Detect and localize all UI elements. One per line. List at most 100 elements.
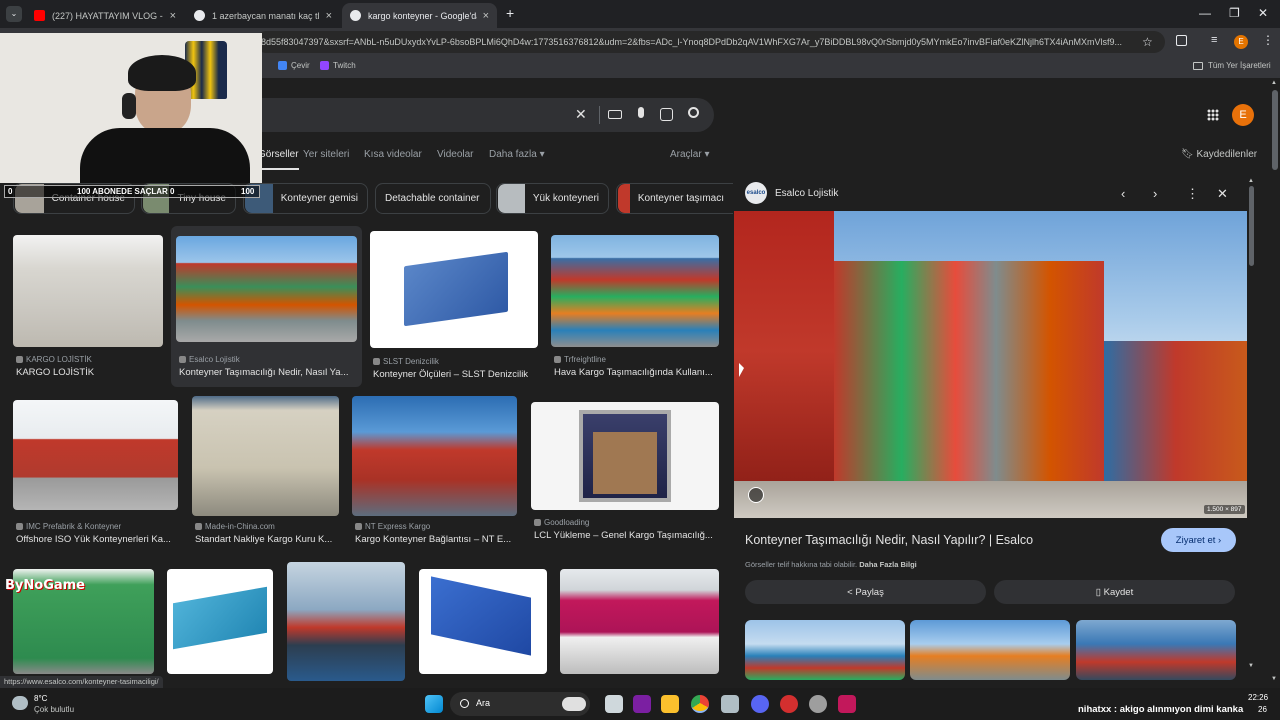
result-caption[interactable]: Kargo Konteyner Bağlantısı – NT E... <box>355 534 515 545</box>
close-tab-icon[interactable]: × <box>326 10 332 22</box>
windows-start-icon[interactable] <box>425 695 443 713</box>
minimize-icon[interactable]: — <box>1199 6 1211 20</box>
related-image[interactable] <box>1076 620 1236 680</box>
result-source[interactable]: Made-in-China.com <box>195 522 275 531</box>
close-tab-icon[interactable]: × <box>483 10 489 22</box>
bookmark-twitch[interactable]: Twitch <box>320 61 356 70</box>
save-button[interactable]: ▯ Kaydet <box>994 580 1235 604</box>
chip-cargo-container[interactable]: Yük konteyneri <box>496 183 609 214</box>
scroll-down-icon[interactable]: ▼ <box>1248 663 1254 669</box>
chip-container-transport[interactable]: Konteyner taşımacı <box>616 183 733 214</box>
profile-avatar[interactable]: E <box>1234 35 1248 49</box>
result-source[interactable]: Esalco Lojistik <box>179 355 240 364</box>
clear-search-icon[interactable]: ✕ <box>575 106 587 123</box>
close-tab-icon[interactable]: × <box>170 10 176 22</box>
extensions-icon[interactable] <box>1176 35 1187 46</box>
result-image[interactable] <box>13 235 163 347</box>
result-image[interactable] <box>419 569 547 674</box>
preview-title[interactable]: Konteyner Taşımacılığı Nedir, Nasıl Yapı… <box>745 533 1033 547</box>
app-icon[interactable] <box>809 695 827 713</box>
task-view-icon[interactable] <box>605 695 623 713</box>
result-image[interactable] <box>287 562 405 681</box>
tab-more[interactable]: Daha fazla ▾ <box>489 149 545 160</box>
result-source[interactable]: Trfreightline <box>554 355 606 364</box>
apps-grid-icon[interactable] <box>1207 109 1219 121</box>
app-icon[interactable] <box>721 695 739 713</box>
result-caption[interactable]: KARGO LOJİSTİK <box>16 367 164 378</box>
tab-places[interactable]: Yer siteleri <box>303 149 349 160</box>
tab-google-images[interactable]: kargo konteyner - Google'da A × <box>342 3 497 28</box>
chip-detachable[interactable]: Detachable container <box>375 183 491 214</box>
page-scroll-down-icon[interactable]: ▼ <box>1271 676 1277 682</box>
preview-image[interactable]: 1.500 × 897 <box>734 211 1247 518</box>
search-icon[interactable] <box>688 107 699 118</box>
tab-images[interactable]: Görseller <box>258 149 299 170</box>
panel-site-name[interactable]: Esalco Lojistik <box>775 188 838 199</box>
chip-ship[interactable]: Konteyner gemisi <box>243 183 368 214</box>
taskbar-search[interactable]: Ara <box>450 692 590 716</box>
saved-button[interactable]: 🔖︎ Kaydedilenler <box>1181 149 1257 160</box>
tab-short-videos[interactable]: Kısa videolar <box>364 149 422 160</box>
result-caption[interactable]: Standart Nakliye Kargo Kuru K... <box>195 534 339 545</box>
result-image[interactable] <box>176 236 357 342</box>
result-image[interactable] <box>370 231 538 348</box>
result-caption[interactable]: Konteyner Taşımacılığı Nedir, Nasıl Ya..… <box>179 367 357 378</box>
result-caption[interactable]: Offshore ISO Yük Konteynerleri Ka... <box>16 534 179 545</box>
result-source[interactable]: IMC Prefabrik & Konteyner <box>16 522 121 531</box>
bookmark-star-icon[interactable]: ☆ <box>1142 35 1153 49</box>
app-icon[interactable] <box>633 695 651 713</box>
more-options-icon[interactable]: ⋮ <box>1186 186 1199 202</box>
bookmark-translate[interactable]: Çevir <box>278 61 310 70</box>
close-panel-icon[interactable]: ✕ <box>1217 186 1228 202</box>
all-bookmarks[interactable]: Tüm Yer İşaretleri <box>1193 61 1271 70</box>
visit-button[interactable]: Ziyaret et › <box>1161 528 1236 552</box>
result-caption[interactable]: LCL Yükleme – Genel Kargo Taşımacılığ... <box>534 530 719 541</box>
lens-search-icon[interactable] <box>748 487 764 503</box>
result-source[interactable]: Goodloading <box>534 518 589 527</box>
result-image[interactable] <box>192 396 339 516</box>
result-source[interactable]: NT Express Kargo <box>355 522 430 531</box>
media-icon[interactable]: ≡ <box>1211 34 1217 46</box>
tab-google-currency[interactable]: 1 azerbaycan manatı kaç tl - Go × <box>186 3 340 28</box>
result-source[interactable]: SLST Denizcilik <box>373 357 439 366</box>
previous-icon[interactable]: ‹ <box>1121 186 1125 201</box>
result-image[interactable] <box>167 569 273 674</box>
app-icon[interactable] <box>780 695 798 713</box>
result-image[interactable] <box>560 569 719 674</box>
result-caption[interactable]: Hava Kargo Taşımacılığında Kullanı... <box>554 367 719 378</box>
result-image[interactable] <box>13 400 178 510</box>
result-source[interactable]: KARGO LOJİSTİK <box>16 355 92 364</box>
tab-list-chevron-icon[interactable]: ⌄ <box>6 6 22 22</box>
scroll-up-icon[interactable]: ▲ <box>1248 178 1254 184</box>
lens-icon[interactable] <box>660 108 673 121</box>
result-card-selected[interactable]: Esalco Lojistik Konteyner Taşımacılığı N… <box>171 226 362 387</box>
account-avatar[interactable]: E <box>1232 104 1254 126</box>
app-icon[interactable] <box>838 695 856 713</box>
close-window-icon[interactable]: ✕ <box>1258 6 1268 20</box>
restore-icon[interactable]: ❐ <box>1229 6 1240 20</box>
result-image[interactable] <box>352 396 517 516</box>
panel-scrollbar[interactable] <box>1249 186 1254 266</box>
more-info-link[interactable]: Daha Fazla Bilgi <box>859 560 917 569</box>
menu-dots-icon[interactable]: ⋮ <box>1262 33 1274 47</box>
keyboard-icon[interactable] <box>608 110 622 119</box>
share-button[interactable]: < Paylaş <box>745 580 986 604</box>
page-scrollbar[interactable] <box>1272 90 1278 170</box>
microphone-icon[interactable] <box>638 107 644 118</box>
new-tab-icon[interactable]: + <box>506 5 514 21</box>
result-caption[interactable]: Konteyner Ölçüleri – SLST Denizcilik <box>373 369 538 380</box>
file-explorer-icon[interactable] <box>661 695 679 713</box>
tab-youtube[interactable]: (227) HAYATTAYIM VLOG - YouT × <box>26 3 184 28</box>
search-box[interactable]: ✕ <box>240 98 714 132</box>
address-bar[interactable]: 8d55f83047397&sxsrf=ANbL-n5uDUxydxYvLP-6… <box>255 31 1165 53</box>
result-image[interactable] <box>531 402 719 510</box>
page-scroll-up-icon[interactable]: ▲ <box>1271 80 1277 86</box>
tab-videos[interactable]: Videolar <box>437 149 474 160</box>
related-image[interactable] <box>745 620 905 680</box>
result-image[interactable] <box>551 235 719 347</box>
weather-icon[interactable] <box>12 696 28 710</box>
chrome-icon[interactable] <box>691 695 709 713</box>
next-icon[interactable]: › <box>1153 186 1157 201</box>
related-image[interactable] <box>910 620 1070 680</box>
discord-icon[interactable] <box>751 695 769 713</box>
